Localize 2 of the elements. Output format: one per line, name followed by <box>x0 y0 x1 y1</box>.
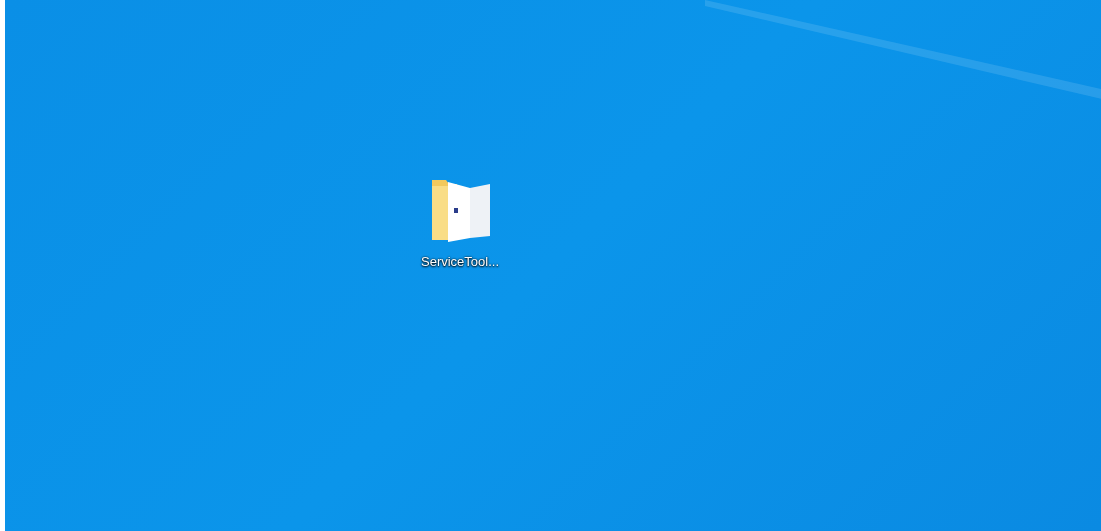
shortcut-label: ServiceTool... <box>421 254 500 269</box>
desktop-shortcut[interactable]: ServiceTool... <box>423 176 497 269</box>
